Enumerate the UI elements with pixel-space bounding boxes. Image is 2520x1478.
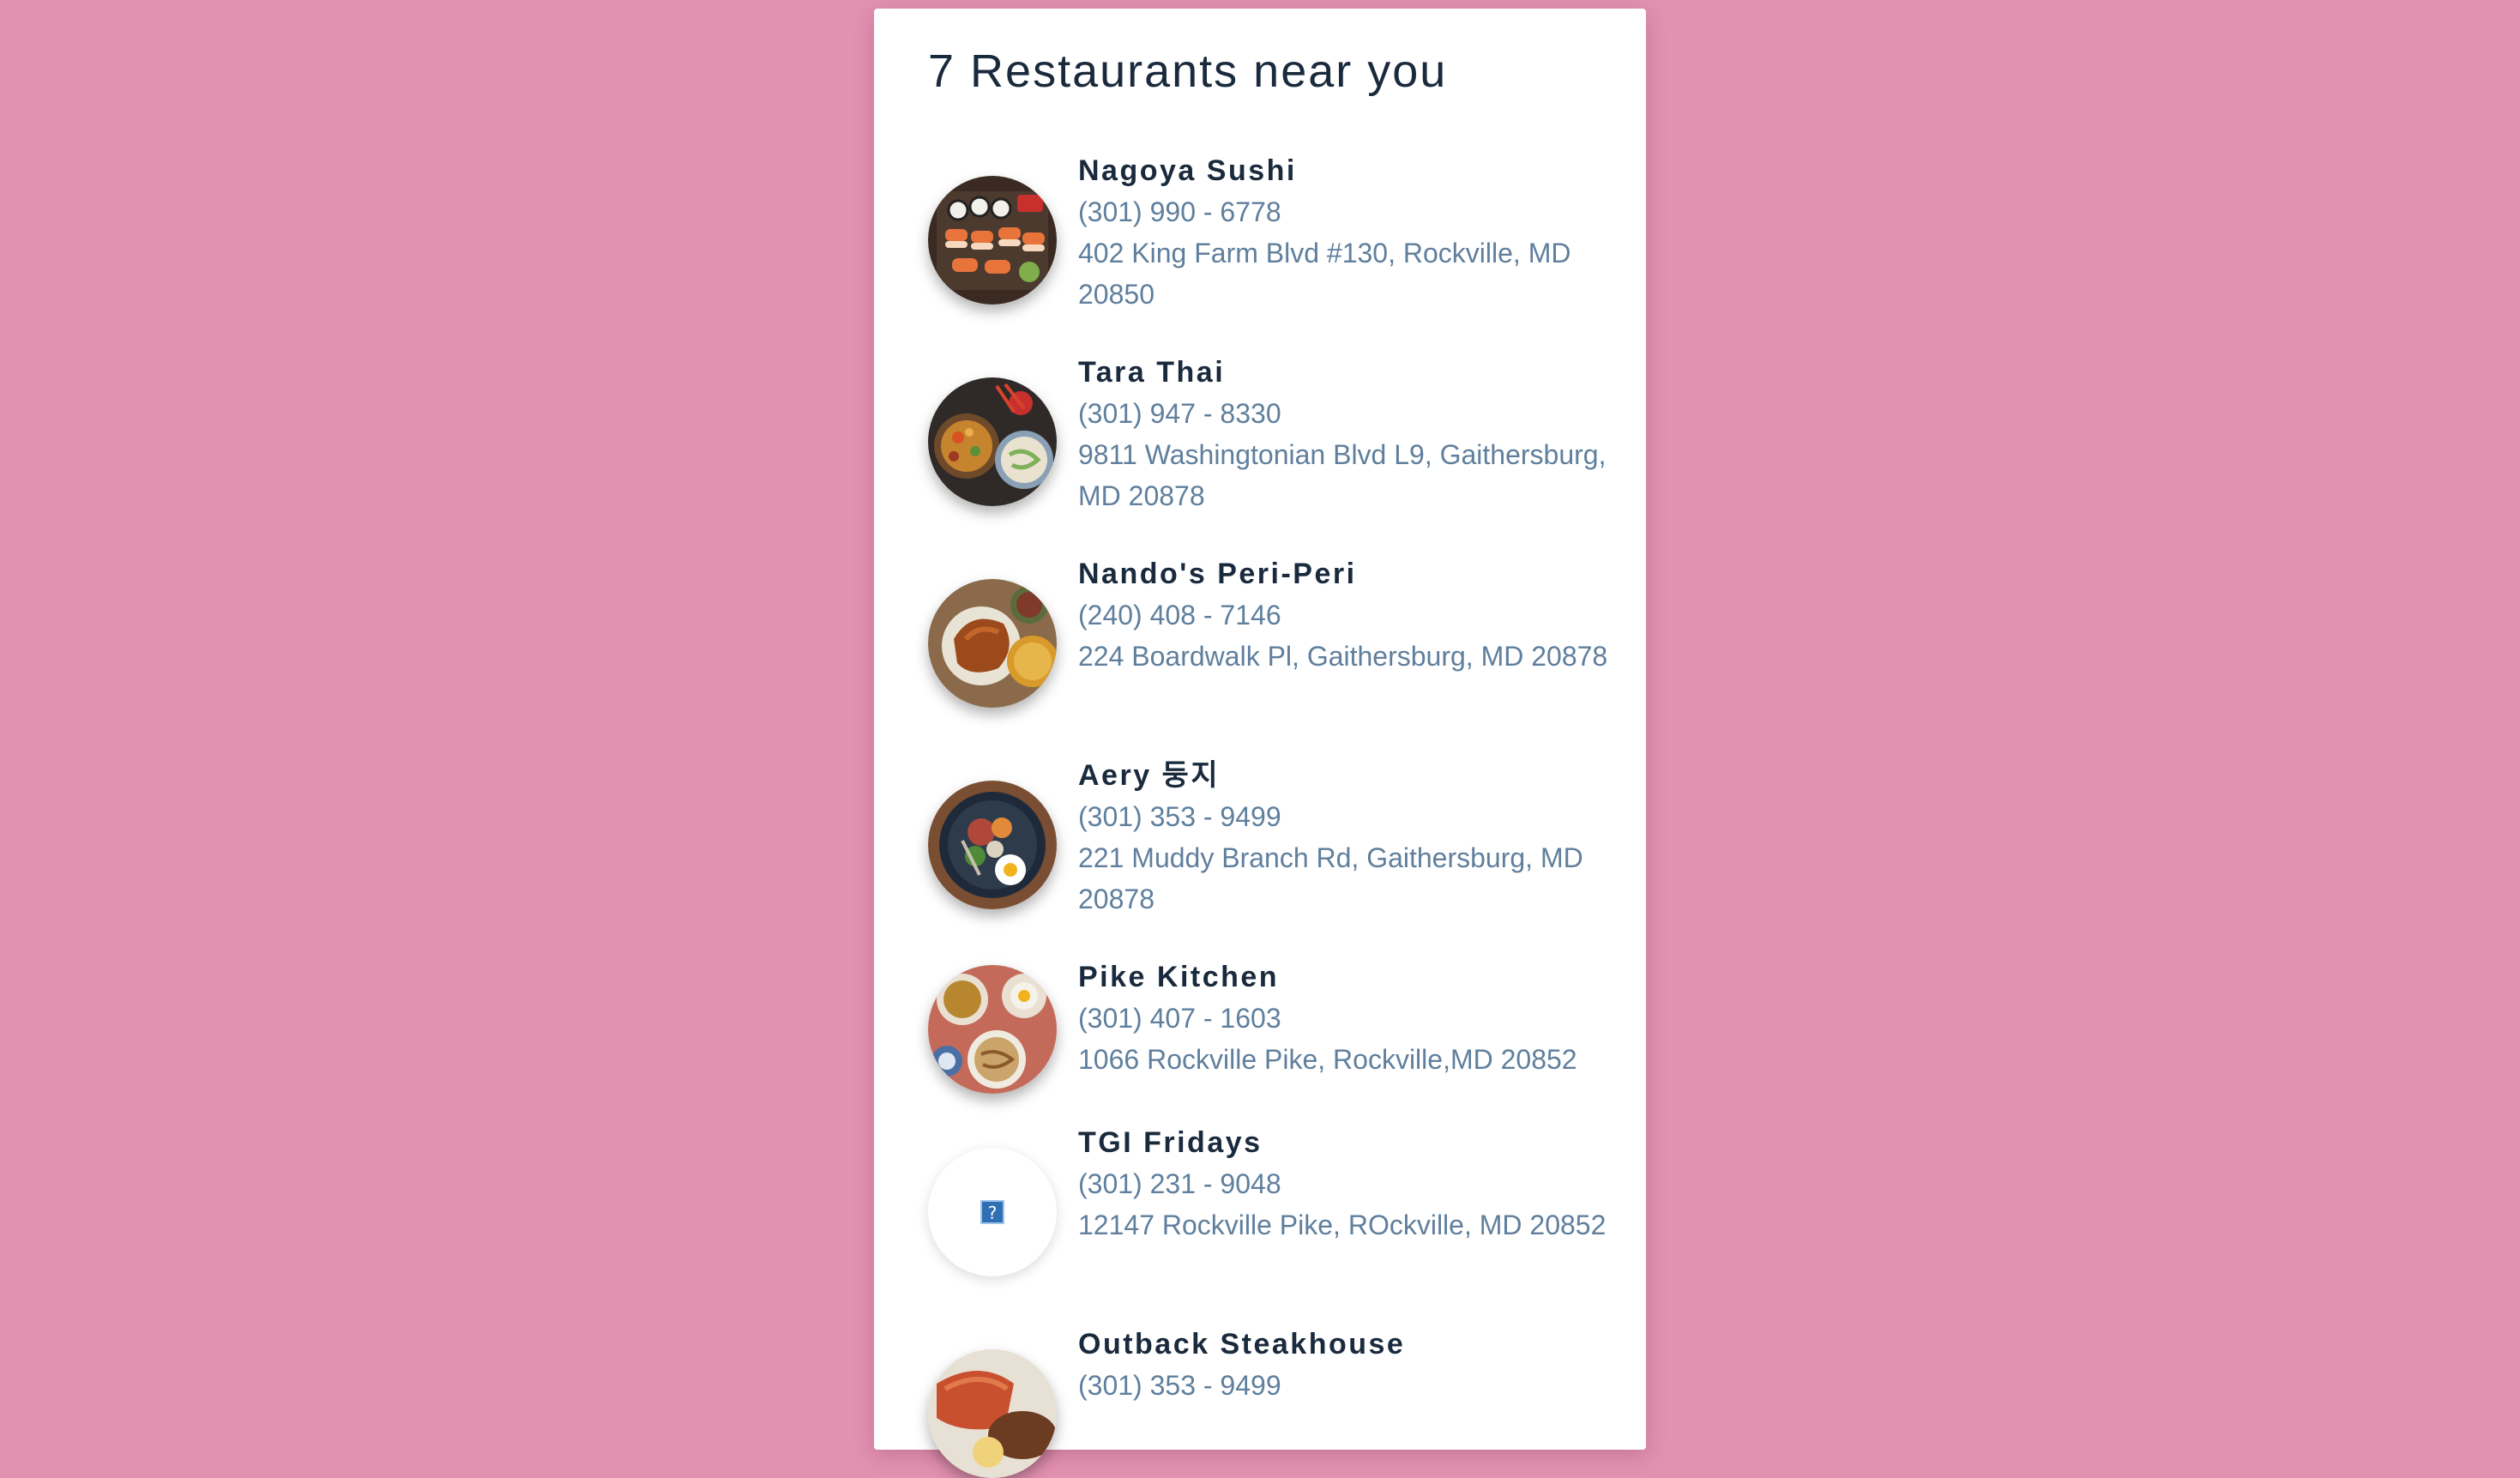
restaurant-name[interactable]: Outback Steakhouse — [1078, 1324, 1619, 1365]
bibimbap-bowl-photo — [928, 781, 1057, 909]
restaurant-address: 221 Muddy Branch Rd, Gaithersburg, MD 20… — [1078, 842, 1583, 914]
restaurant-photo — [928, 377, 1057, 506]
restaurant-info: Nando's Peri-Peri (240) 408 - 7146 224 B… — [1078, 553, 1619, 677]
restaurant-name[interactable]: Tara Thai — [1078, 352, 1619, 393]
restaurant-phone[interactable]: (301) 990 - 6778 — [1078, 191, 1619, 232]
peri-peri-chicken-photo — [928, 579, 1057, 708]
restaurant-address: 1066 Rockville Pike, Rockville,MD 20852 — [1078, 1044, 1577, 1075]
restaurant-address: 9811 Washingtonian Blvd L9, Gaithersburg… — [1078, 439, 1607, 511]
restaurant-name[interactable]: Aery 둥지 — [1078, 755, 1619, 796]
broken-image-icon: ? — [980, 1200, 1004, 1224]
restaurant-list-card: 7 Restaurants near you Nagoya Sushi (301… — [874, 9, 1646, 1478]
restaurant-photo — [928, 1349, 1057, 1478]
restaurant-phone[interactable]: (301) 231 - 9048 — [1078, 1163, 1619, 1204]
restaurant-name[interactable]: TGI Fridays — [1078, 1122, 1619, 1163]
thai-dishes-photo — [928, 377, 1057, 506]
asian-dishes-photo — [928, 965, 1057, 1094]
restaurant-photo — [928, 579, 1057, 708]
page-title: 7 Restaurants near you — [928, 45, 1448, 97]
restaurant-info: Aery 둥지 (301) 353 - 9499 221 Muddy Branc… — [1078, 755, 1619, 920]
restaurant-phone[interactable]: (240) 408 - 7146 — [1078, 594, 1619, 636]
restaurant-address: 224 Boardwalk Pl, Gaithersburg, MD 20878 — [1078, 641, 1608, 672]
restaurant-photo — [928, 176, 1057, 305]
restaurant-phone[interactable]: (301) 353 - 9499 — [1078, 796, 1619, 837]
restaurant-info: Nagoya Sushi (301) 990 - 6778 402 King F… — [1078, 150, 1619, 315]
restaurant-info: Pike Kitchen (301) 407 - 1603 1066 Rockv… — [1078, 956, 1619, 1080]
restaurant-photo: ? — [928, 1148, 1057, 1276]
restaurant-photo — [928, 965, 1057, 1094]
restaurant-address: 12147 Rockville Pike, ROckville, MD 2085… — [1078, 1210, 1607, 1240]
restaurant-info: Tara Thai (301) 947 - 8330 9811 Washingt… — [1078, 352, 1619, 516]
restaurant-phone[interactable]: (301) 407 - 1603 — [1078, 998, 1619, 1039]
steak-lobster-photo — [928, 1349, 1057, 1478]
restaurant-address: 402 King Farm Blvd #130, Rockville, MD 2… — [1078, 238, 1571, 310]
restaurant-phone[interactable]: (301) 353 - 9499 — [1078, 1365, 1619, 1406]
restaurant-info: TGI Fridays (301) 231 - 9048 12147 Rockv… — [1078, 1122, 1619, 1246]
sushi-platter-photo — [928, 176, 1057, 305]
restaurant-info: Outback Steakhouse (301) 353 - 9499 — [1078, 1324, 1619, 1406]
restaurant-name[interactable]: Pike Kitchen — [1078, 956, 1619, 998]
restaurant-name[interactable]: Nagoya Sushi — [1078, 150, 1619, 191]
restaurant-photo — [928, 781, 1057, 909]
restaurant-phone[interactable]: (301) 947 - 8330 — [1078, 393, 1619, 434]
restaurant-name[interactable]: Nando's Peri-Peri — [1078, 553, 1619, 594]
